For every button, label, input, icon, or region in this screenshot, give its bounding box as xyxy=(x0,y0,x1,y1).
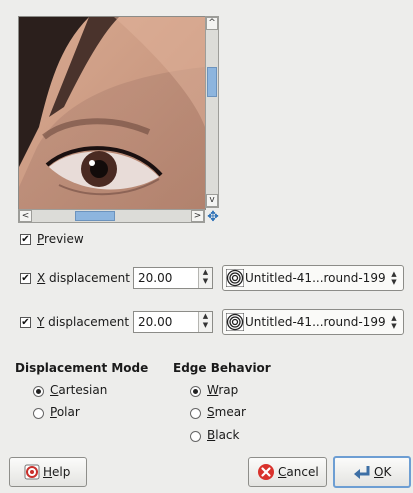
vertical-scroll-thumb[interactable] xyxy=(207,67,217,97)
y-displacement-value: 20.00 xyxy=(138,315,173,329)
ok-button[interactable]: OK xyxy=(333,456,411,488)
y-displacement-input[interactable]: 20.00 ▲ ▼ xyxy=(133,311,213,333)
help-button[interactable]: Help xyxy=(9,457,87,487)
x-displacement-map-select[interactable]: Untitled-41...round-199 ▲ ▼ xyxy=(222,265,404,291)
help-label: Help xyxy=(43,465,71,479)
scroll-right-button[interactable]: > xyxy=(191,210,204,222)
y-displacement-map-name: Untitled-41...round-199 xyxy=(245,315,386,329)
edge-behavior-title: Edge Behavior xyxy=(173,361,271,375)
preview-image[interactable] xyxy=(18,16,206,210)
y-displacement-map-select[interactable]: Untitled-41...round-199 ▲ ▼ xyxy=(222,309,404,335)
preview-horizontal-scrollbar[interactable]: < > xyxy=(18,209,205,223)
x-displacement-spin-arrows[interactable]: ▲ ▼ xyxy=(198,268,212,288)
polar-label[interactable]: Polar xyxy=(50,405,80,419)
smear-radio[interactable] xyxy=(190,408,201,419)
enter-arrow-icon xyxy=(354,466,370,479)
y-displacement-label[interactable]: Y displacement xyxy=(37,315,129,329)
displacement-map-thumbnail-icon xyxy=(226,269,244,287)
cartesian-label[interactable]: Cartesian xyxy=(50,383,107,397)
x-displacement-input[interactable]: 20.00 ▲ ▼ xyxy=(133,267,213,289)
x-displacement-checkbox[interactable]: ✔ xyxy=(20,273,31,284)
chevron-updown-icon: ▲ ▼ xyxy=(391,270,397,286)
help-icon xyxy=(24,464,40,480)
x-displacement-map-name: Untitled-41...round-199 xyxy=(245,271,386,285)
preview-vertical-scrollbar[interactable]: ^ v xyxy=(205,16,219,208)
smear-label[interactable]: Smear xyxy=(207,405,246,419)
scroll-up-button[interactable]: ^ xyxy=(206,17,218,30)
black-radio[interactable] xyxy=(190,431,201,442)
scroll-down-button[interactable]: v xyxy=(206,194,218,207)
move-icon[interactable]: ✥ xyxy=(206,210,220,224)
ok-label: OK xyxy=(374,465,392,479)
y-displacement-spin-arrows[interactable]: ▲ ▼ xyxy=(198,312,212,332)
cancel-button[interactable]: Cancel xyxy=(248,457,327,487)
chevron-updown-icon: ▲ ▼ xyxy=(391,314,397,330)
x-displacement-label[interactable]: X displacement xyxy=(37,271,130,285)
preview-label[interactable]: Preview xyxy=(37,232,84,246)
preview-checkbox[interactable]: ✔ xyxy=(20,234,31,245)
preview-photo xyxy=(19,17,205,209)
y-displacement-checkbox[interactable]: ✔ xyxy=(20,317,31,328)
scroll-left-button[interactable]: < xyxy=(19,210,32,222)
cancel-icon xyxy=(258,464,274,480)
wrap-label[interactable]: Wrap xyxy=(207,383,238,397)
wrap-radio[interactable] xyxy=(190,386,201,397)
displacement-map-thumbnail-icon xyxy=(226,313,244,331)
displacement-mode-title: Displacement Mode xyxy=(15,361,149,375)
cartesian-radio[interactable] xyxy=(33,386,44,397)
cancel-label: Cancel xyxy=(278,465,319,479)
black-label[interactable]: Black xyxy=(207,428,239,442)
horizontal-scroll-thumb[interactable] xyxy=(75,211,115,221)
x-displacement-value: 20.00 xyxy=(138,271,173,285)
polar-radio[interactable] xyxy=(33,408,44,419)
